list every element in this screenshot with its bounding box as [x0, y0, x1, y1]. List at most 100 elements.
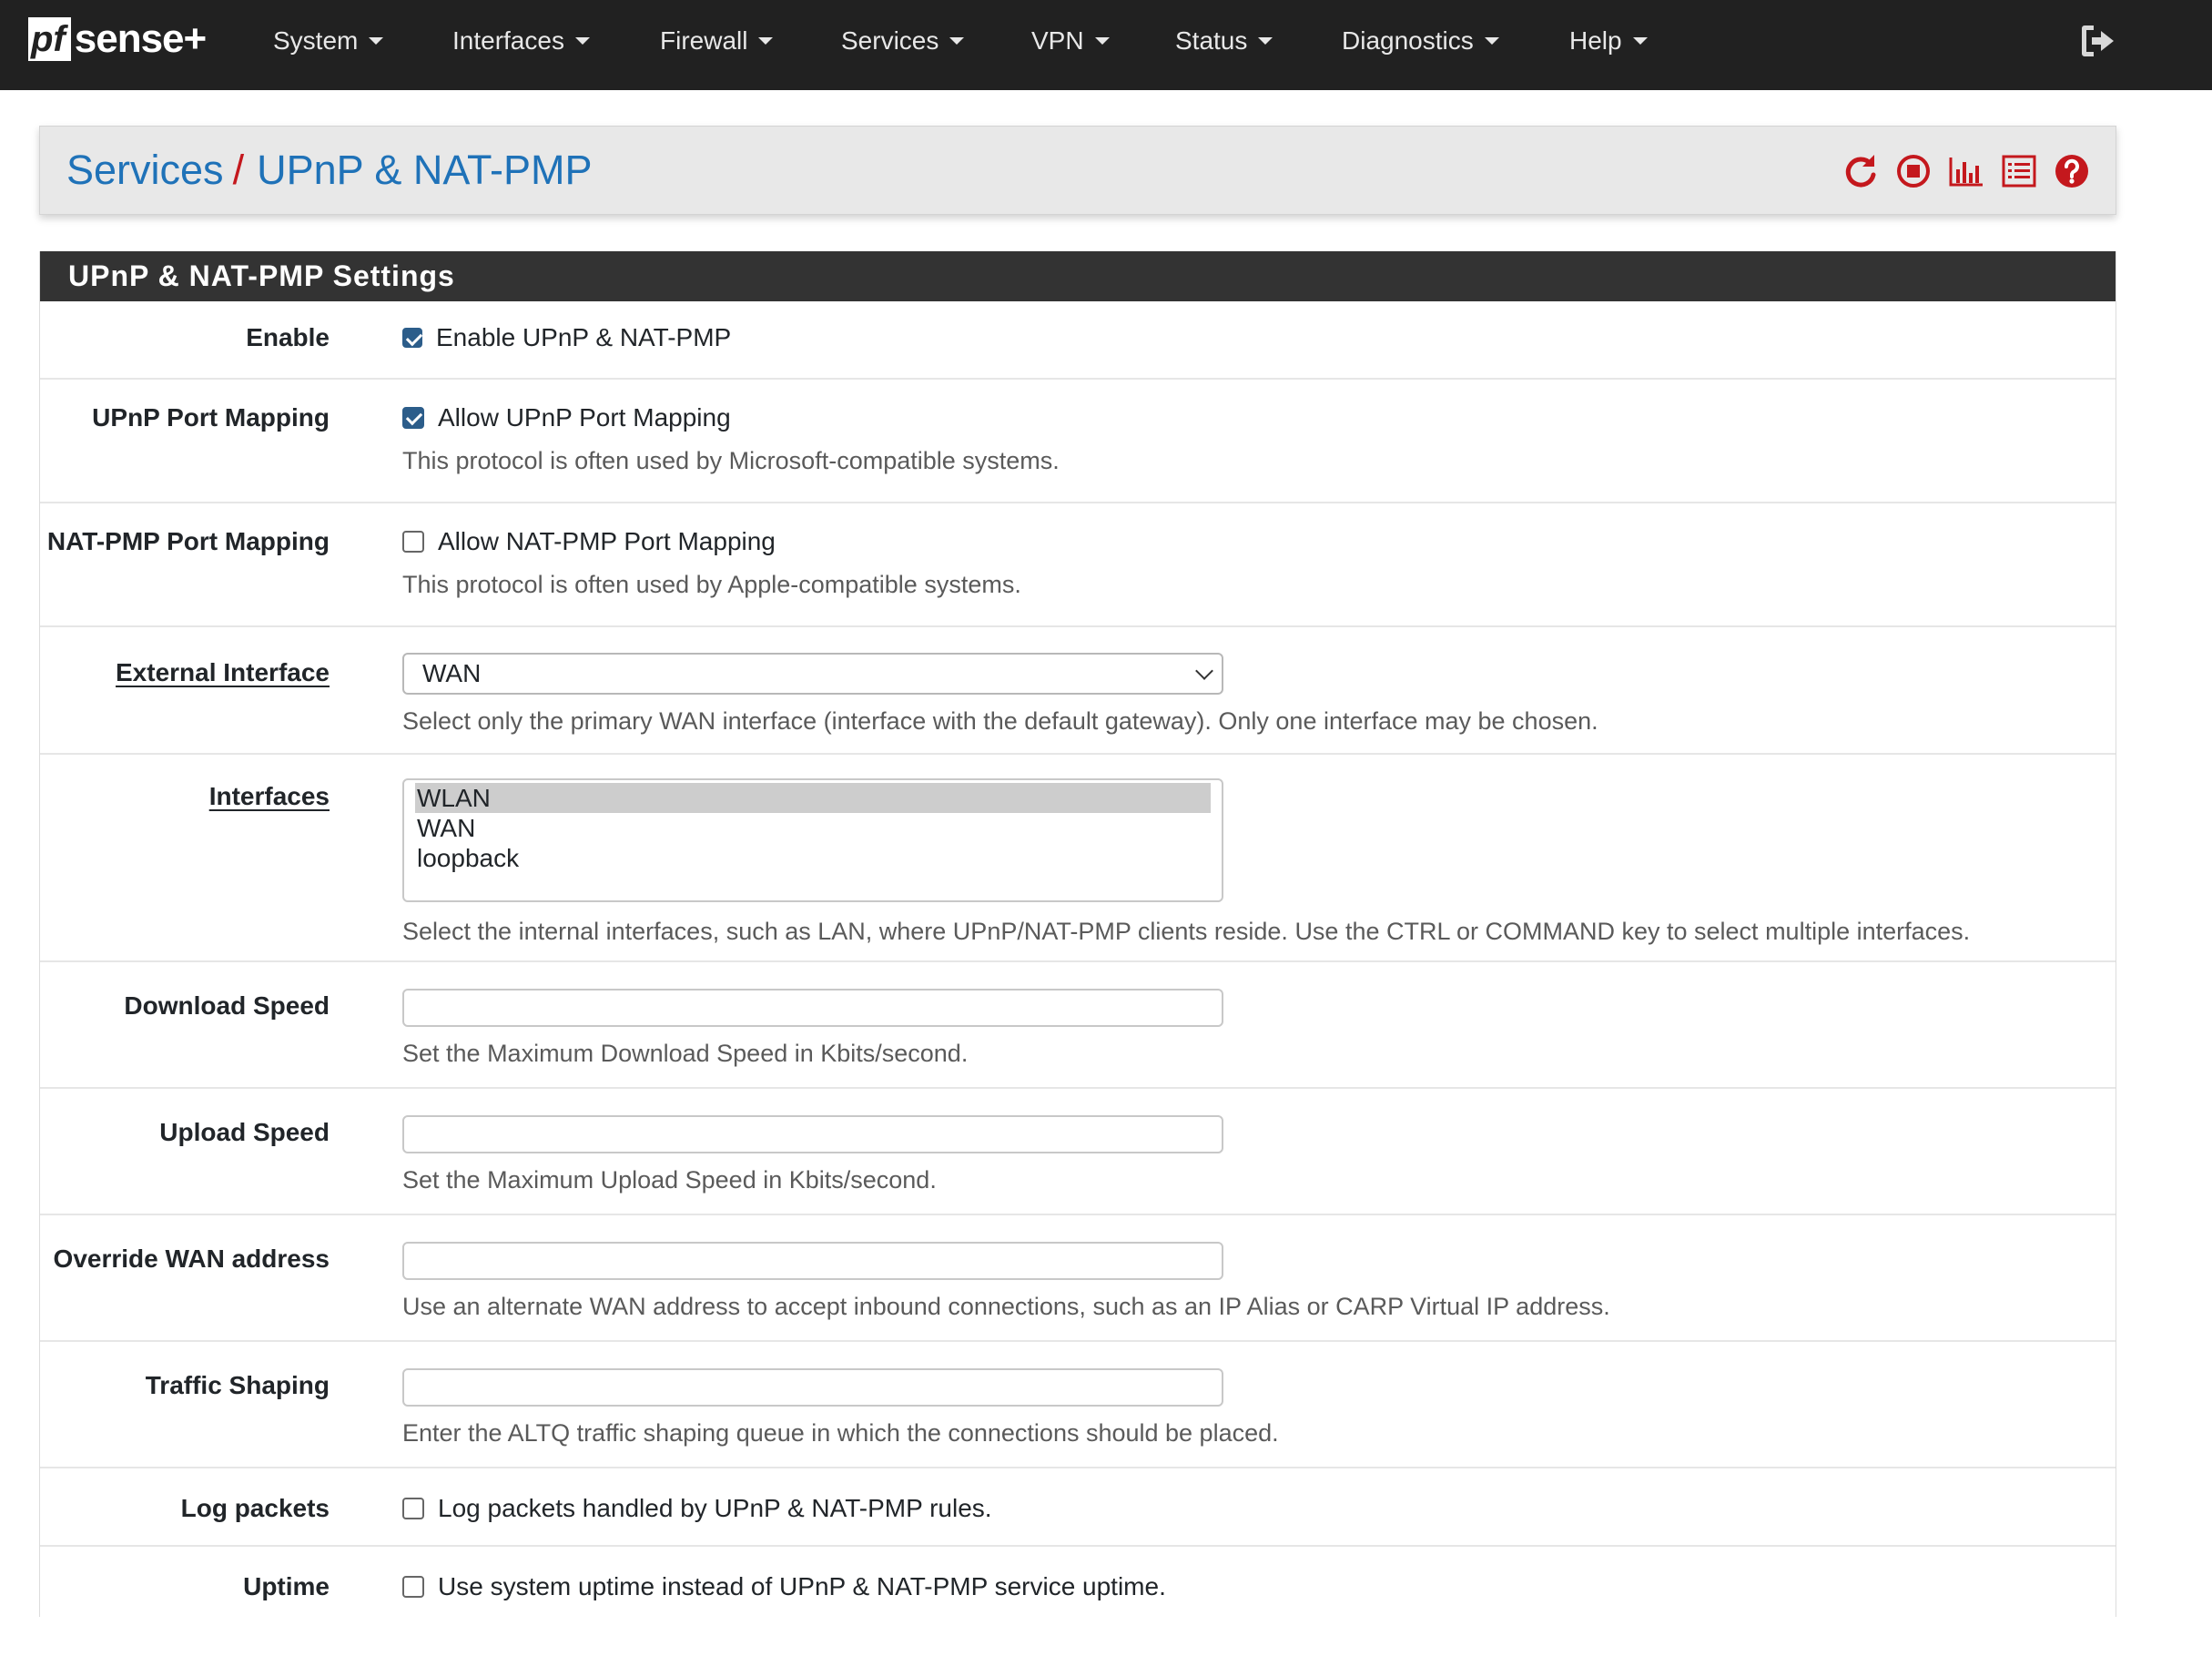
nav-status[interactable]: Status	[1175, 20, 1273, 62]
nav-services[interactable]: Services	[841, 20, 965, 62]
label-upnp-port-mapping: UPnP Port Mapping	[92, 403, 330, 432]
log-list-icon[interactable]	[1999, 151, 2039, 191]
uptime-checkbox[interactable]	[402, 1576, 424, 1598]
upnp-port-mapping-checkbox[interactable]	[402, 407, 424, 429]
caret-down-icon	[1094, 36, 1110, 45]
row-natpmp-port-mapping: NAT-PMP Port Mapping Allow NAT-PMP Port …	[40, 503, 2116, 627]
nav-label: System	[273, 26, 359, 55]
nav-label: Services	[841, 26, 939, 55]
pfsense-logo[interactable]: pf sense+	[28, 15, 207, 63]
enable-checkbox-line[interactable]: Enable UPnP & NAT-PMP	[402, 321, 731, 354]
logo-pf: pf	[28, 17, 71, 61]
label-log-packets: Log packets	[180, 1494, 330, 1522]
field-download-speed: Set the Maximum Download Speed in Kbits/…	[402, 989, 1223, 1068]
traffic-shaping-input[interactable]	[402, 1368, 1223, 1407]
label-upload-speed: Upload Speed	[159, 1118, 330, 1146]
download-speed-input[interactable]	[402, 989, 1223, 1027]
field-natpmp-port-mapping: Allow NAT-PMP Port Mapping This protocol…	[402, 525, 1021, 599]
nav-label: Status	[1175, 26, 1248, 55]
external-interface-select[interactable]: WAN	[402, 653, 1223, 695]
natpmp-port-mapping-checkbox[interactable]	[402, 531, 424, 553]
breadcrumb-panel: Services / UPnP & NAT-PMP	[39, 126, 2116, 215]
external-interface-help-text: Select only the primary WAN interface (i…	[402, 707, 1598, 735]
external-interface-value: WAN	[422, 659, 482, 687]
row-download-speed: Download Speed Set the Maximum Download …	[40, 962, 2116, 1089]
nav-label: VPN	[1031, 26, 1084, 55]
interfaces-listbox[interactable]: WLAN WAN loopback	[402, 778, 1223, 902]
label-uptime: Uptime	[243, 1572, 330, 1600]
log-packets-checkbox[interactable]	[402, 1498, 424, 1519]
interface-option-wan[interactable]: WAN	[415, 813, 1211, 843]
breadcrumb-separator: /	[232, 147, 245, 193]
status-chart-icon[interactable]	[1946, 151, 1986, 191]
log-packets-checkbox-line[interactable]: Log packets handled by UPnP & NAT-PMP ru…	[402, 1492, 992, 1525]
natpmp-help-text: This protocol is often used by Apple-com…	[402, 571, 1021, 598]
upload-speed-input[interactable]	[402, 1115, 1223, 1153]
override-wan-help-text: Use an alternate WAN address to accept i…	[402, 1293, 1610, 1320]
natpmp-checkbox-label[interactable]: Allow NAT-PMP Port Mapping	[438, 527, 776, 556]
stop-service-icon[interactable]	[1893, 151, 1933, 191]
nav-vpn[interactable]: VPN	[1031, 20, 1110, 62]
logo-sense: sense+	[74, 16, 207, 61]
upnp-checkbox-line[interactable]: Allow UPnP Port Mapping	[402, 401, 1060, 434]
caret-down-icon	[1258, 36, 1273, 45]
nav-diagnostics[interactable]: Diagnostics	[1342, 20, 1499, 62]
row-override-wan-address: Override WAN address Use an alternate WA…	[40, 1215, 2116, 1342]
upnp-checkbox-label[interactable]: Allow UPnP Port Mapping	[438, 403, 731, 432]
traffic-shaping-help-text: Enter the ALTQ traffic shaping queue in …	[402, 1419, 1279, 1447]
nav-system[interactable]: System	[273, 20, 384, 62]
row-enable: Enable Enable UPnP & NAT-PMP	[40, 301, 2116, 380]
caret-down-icon	[1484, 36, 1499, 45]
field-traffic-shaping: Enter the ALTQ traffic shaping queue in …	[402, 1368, 1279, 1448]
field-override-wan-address: Use an alternate WAN address to accept i…	[402, 1242, 1610, 1321]
chevron-down-icon	[1195, 662, 1213, 680]
label-interfaces[interactable]: Interfaces	[209, 782, 330, 811]
enable-checkbox-label[interactable]: Enable UPnP & NAT-PMP	[436, 323, 731, 352]
label-enable: Enable	[246, 323, 330, 351]
upload-speed-help-text: Set the Maximum Upload Speed in Kbits/se…	[402, 1166, 937, 1194]
nav-firewall[interactable]: Firewall	[660, 20, 774, 62]
row-upnp-port-mapping: UPnP Port Mapping Allow UPnP Port Mappin…	[40, 380, 2116, 503]
uptime-checkbox-label[interactable]: Use system uptime instead of UPnP & NAT-…	[438, 1572, 1166, 1601]
caret-down-icon	[949, 36, 965, 45]
caret-down-icon	[369, 36, 384, 45]
caret-down-icon	[1632, 36, 1648, 45]
nav-label: Diagnostics	[1342, 26, 1474, 55]
row-log-packets: Log packets Log packets handled by UPnP …	[40, 1468, 2116, 1547]
label-external-interface[interactable]: External Interface	[116, 658, 330, 687]
nav-help[interactable]: Help	[1569, 20, 1648, 62]
interface-option-wlan[interactable]: WLAN	[415, 783, 1211, 813]
interface-option-loopback[interactable]: loopback	[415, 843, 1211, 873]
breadcrumb-current[interactable]: UPnP & NAT-PMP	[257, 147, 592, 193]
label-natpmp-port-mapping: NAT-PMP Port Mapping	[46, 527, 330, 555]
caret-down-icon	[574, 36, 590, 45]
log-packets-checkbox-label[interactable]: Log packets handled by UPnP & NAT-PMP ru…	[438, 1494, 992, 1523]
upnp-help-text: This protocol is often used by Microsoft…	[402, 447, 1060, 474]
field-upnp-port-mapping: Allow UPnP Port Mapping This protocol is…	[402, 401, 1060, 475]
panel-title: UPnP & NAT-PMP Settings	[40, 251, 2116, 301]
field-enable: Enable UPnP & NAT-PMP	[402, 321, 731, 354]
top-navbar: pf sense+ System Interfaces Firewall Ser…	[0, 0, 2212, 90]
label-traffic-shaping: Traffic Shaping	[145, 1371, 330, 1399]
field-upload-speed: Set the Maximum Upload Speed in Kbits/se…	[402, 1115, 1223, 1194]
nav-label: Help	[1569, 26, 1622, 55]
nav-interfaces[interactable]: Interfaces	[452, 20, 590, 62]
service-actions	[1841, 150, 2092, 192]
help-icon[interactable]	[2052, 151, 2092, 191]
download-speed-help-text: Set the Maximum Download Speed in Kbits/…	[402, 1040, 969, 1067]
row-uptime: Uptime Use system uptime instead of UPnP…	[40, 1547, 2116, 1656]
row-traffic-shaping: Traffic Shaping Enter the ALTQ traffic s…	[40, 1342, 2116, 1468]
breadcrumb-services-link[interactable]: Services	[66, 147, 224, 193]
upnp-settings-panel: UPnP & NAT-PMP Settings Enable Enable UP…	[39, 251, 2116, 1617]
breadcrumb: Services / UPnP & NAT-PMP	[66, 145, 593, 196]
override-wan-address-input[interactable]	[402, 1242, 1223, 1280]
restart-service-icon[interactable]	[1841, 151, 1881, 191]
natpmp-checkbox-line[interactable]: Allow NAT-PMP Port Mapping	[402, 525, 1021, 558]
label-override-wan-address: Override WAN address	[53, 1245, 330, 1273]
label-download-speed: Download Speed	[124, 991, 330, 1020]
field-external-interface: WAN Select only the primary WAN interfac…	[402, 653, 1598, 736]
sign-out-icon[interactable]	[2079, 22, 2119, 60]
interfaces-help-text: Select the internal interfaces, such as …	[402, 918, 1971, 945]
nav-label: Interfaces	[452, 26, 564, 55]
enable-checkbox[interactable]	[402, 328, 422, 348]
